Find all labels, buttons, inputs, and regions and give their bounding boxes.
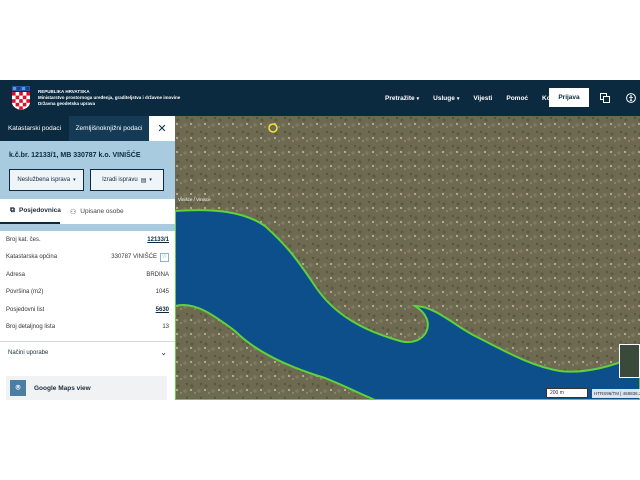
nav-services-label: Usluge (433, 94, 455, 102)
create-document-label: Izradi ispravu (102, 177, 138, 183)
info-row: Površina (m2) 1045 (0, 284, 175, 302)
nav-services[interactable]: Usluge ▾ (433, 95, 459, 102)
croatian-crest-icon (12, 86, 30, 110)
nav-help[interactable]: Pomoć (506, 95, 528, 102)
subtab-registered-persons[interactable]: ⚇ Upisane osobe (60, 199, 175, 224)
chevron-down-icon: ⌄ (160, 348, 167, 357)
tab-cadastral-data[interactable]: Katastarski podaci (0, 116, 69, 141)
chevron-down-icon: ▾ (456, 95, 460, 102)
close-icon[interactable]: ✕ (149, 116, 175, 141)
subtab-possession[interactable]: ⧉ Posjedovnica (0, 199, 61, 224)
google-maps-view-button[interactable]: ⌾ Google Maps view (6, 376, 167, 400)
create-document-button[interactable]: Izradi ispravu ▤ ▾ (90, 169, 164, 191)
subtab-registered-label: Upisane osobe (80, 208, 124, 215)
brand[interactable]: REPUBLIKA HRVATSKA Ministarstvo prostorn… (12, 85, 180, 111)
info-value-group: 330787 VINIŠĆE ☆ (111, 252, 169, 262)
possession-sheet-link[interactable]: 5630 (156, 307, 169, 313)
star-icon[interactable]: ☆ (160, 252, 169, 262)
brand-line-3: Državna geodetska uprava (38, 101, 96, 106)
info-label: Broj detaljnog lista (6, 324, 56, 331)
coordinate-readout: HTRS96/TM | 468836.2 (592, 389, 640, 398)
map-icon: ⧉ (10, 206, 15, 214)
panel-tabs: Katastarski podaci Zemljišnoknjižni poda… (0, 116, 175, 141)
top-header: REPUBLIKA HRVATSKA Ministarstvo prostorn… (0, 80, 640, 116)
info-value: BRDINA (146, 271, 169, 278)
tab-land-registry-data[interactable]: Zemljišnoknjižni podaci (69, 116, 149, 141)
nav-news[interactable]: Vijesti (473, 95, 492, 102)
document-icon: ▤ (140, 177, 147, 184)
info-label: Adresa (6, 271, 26, 278)
scale-bar: 200 m (546, 388, 588, 398)
info-label: Broj kat. čes. (6, 236, 41, 243)
unofficial-document-button[interactable]: Neslužbena isprava ▾ (9, 169, 84, 191)
nav-search[interactable]: Pretražite ▾ (385, 95, 419, 102)
detail-subtabs: ⧉ Posjedovnica ⚇ Upisane osobe (0, 199, 175, 224)
parcel-title: k.č.br. 12133/1, MB 330787 k.o. VINIŠĆE (9, 152, 141, 159)
place-label: Vinišće / Vinisce (178, 197, 211, 202)
users-icon: ⚇ (70, 208, 77, 216)
info-label: Katastarska općina (6, 254, 58, 261)
translate-icon[interactable] (598, 91, 612, 105)
login-button[interactable]: Prijava (549, 88, 589, 107)
nav-search-label: Pretražite (385, 94, 415, 102)
info-label: Posjedovni list (6, 306, 45, 313)
info-row: Posjedovni list 5630 (0, 301, 175, 319)
info-row: Broj detaljnog lista 13 (0, 319, 175, 337)
map-canvas[interactable] (175, 116, 640, 400)
info-row: Adresa BRDINA (0, 266, 175, 284)
accessibility-icon[interactable] (624, 91, 638, 105)
overview-map-thumbnail[interactable] (619, 344, 640, 378)
info-value: 13 (162, 324, 169, 331)
google-maps-label: Google Maps view (34, 384, 91, 392)
chevron-down-icon: ▾ (149, 177, 152, 183)
parcel-number-link[interactable]: 12133/1 (147, 237, 169, 243)
usage-accordion[interactable]: Načini uporabe ⌄ (0, 341, 175, 363)
satellite-map[interactable] (175, 116, 640, 400)
parcel-info-list: Broj kat. čes. 12133/1 Katastarska općin… (0, 231, 175, 336)
info-label: Površina (m2) (6, 289, 44, 296)
chevron-down-icon: ▾ (416, 95, 420, 102)
map-pin-icon: ⌾ (10, 380, 26, 396)
subtab-possession-label: Posjedovnica (19, 207, 61, 214)
info-row: Katastarska općina 330787 VINIŠĆE ☆ (0, 249, 175, 267)
info-row: Broj kat. čes. 12133/1 (0, 231, 175, 249)
chevron-down-icon: ▾ (73, 177, 76, 183)
info-value: 330787 VINIŠĆE (111, 253, 157, 260)
info-value: 1045 (155, 289, 169, 296)
usage-label: Načini uporabe (8, 349, 49, 356)
brand-text: REPUBLIKA HRVATSKA Ministarstvo prostorn… (38, 89, 180, 107)
unofficial-document-label: Neslužbena isprava (17, 177, 71, 183)
